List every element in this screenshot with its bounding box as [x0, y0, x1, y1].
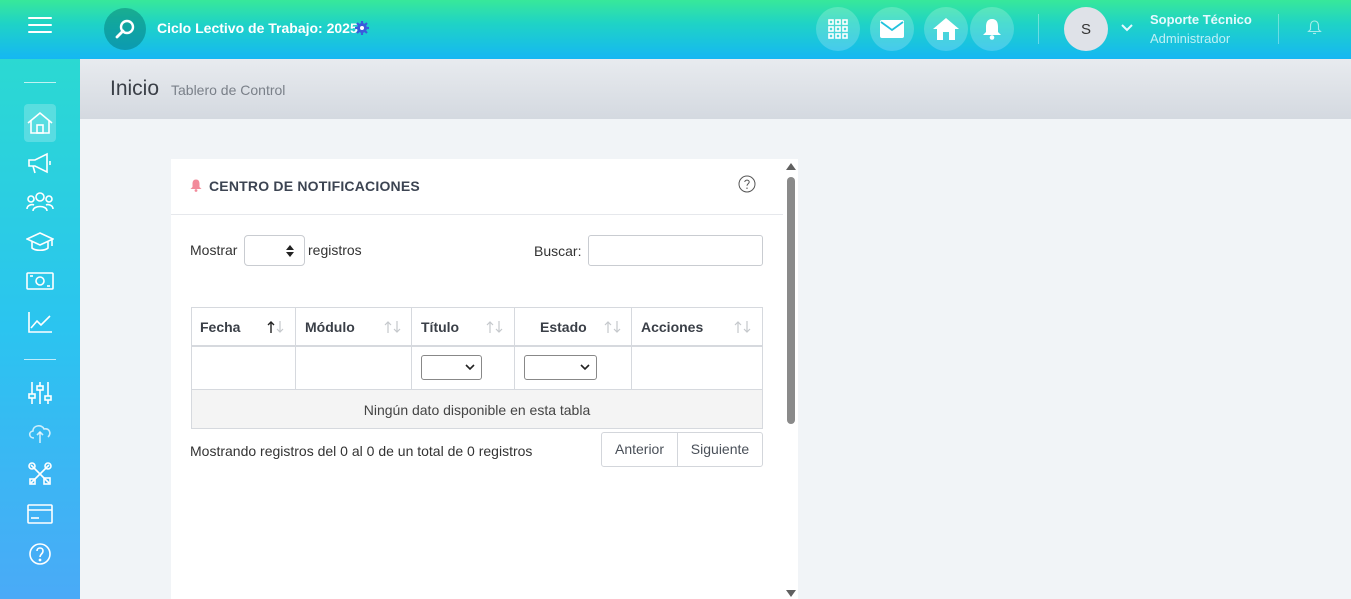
help-circle-icon [29, 543, 51, 565]
filter-cell [632, 347, 762, 389]
estado-filter-select[interactable] [524, 355, 597, 380]
table-info: Mostrando registros del 0 al 0 de un tot… [190, 443, 533, 459]
search-input[interactable] [588, 235, 763, 266]
sidebar-item-users[interactable] [24, 186, 56, 218]
sidebar [0, 59, 80, 599]
sort-icon [604, 321, 621, 333]
cycle-title: Ciclo Lectivo de Trabajo: 2025 [157, 20, 358, 36]
users-icon [26, 192, 54, 212]
table-filter-row [191, 347, 763, 390]
notifications-table: Fecha Módulo Título Estado Acciones Ning… [191, 307, 763, 429]
next-page-button[interactable]: Siguiente [678, 433, 762, 466]
chevron-down-icon[interactable] [1120, 22, 1134, 34]
column-label: Acciones [641, 319, 704, 335]
avatar[interactable]: S [1064, 7, 1108, 51]
scrollbar-thumb[interactable] [787, 177, 795, 424]
bell-icon [983, 19, 1001, 40]
card-header: CENTRO DE NOTIFICACIONES [171, 159, 783, 215]
help-circle-icon[interactable] [738, 175, 756, 193]
user-name[interactable]: Soporte Técnico [1150, 12, 1252, 27]
search-button[interactable] [104, 8, 146, 50]
sort-icon [734, 321, 751, 333]
sidebar-item-reports[interactable] [24, 306, 56, 338]
chart-line-icon [28, 312, 52, 333]
filter-cell [515, 347, 632, 389]
length-label-after: registros [308, 242, 362, 258]
sort-arrows-icon [286, 245, 294, 257]
home-button[interactable] [924, 7, 968, 51]
sidebar-item-finance[interactable] [24, 265, 56, 297]
sidebar-item-home[interactable] [24, 104, 56, 142]
mail-button[interactable] [870, 7, 914, 51]
column-header-estado[interactable]: Estado [515, 308, 632, 346]
apps-button[interactable] [816, 7, 860, 51]
filter-cell [296, 347, 412, 389]
column-header-fecha[interactable]: Fecha [192, 308, 296, 346]
chevron-down-icon [465, 364, 475, 371]
user-role: Administrador [1150, 31, 1231, 46]
menu-toggle-icon[interactable] [28, 17, 52, 35]
search-label: Buscar: [534, 243, 582, 259]
page-subtitle: Tablero de Control [171, 82, 286, 98]
scroll-down-arrow[interactable] [786, 590, 796, 597]
column-label: Módulo [305, 319, 355, 335]
page-header: Inicio Tablero de Control [80, 59, 1351, 119]
money-icon [26, 272, 54, 290]
home-icon [27, 111, 53, 134]
sort-icon [384, 321, 401, 333]
empty-message: Ningún dato disponible en esta tabla [363, 402, 591, 418]
sidebar-item-academics[interactable] [24, 226, 56, 258]
sidebar-divider [24, 82, 56, 83]
column-header-modulo[interactable]: Módulo [296, 308, 412, 346]
sidebar-item-settings[interactable] [24, 377, 56, 409]
gear-icon[interactable] [354, 20, 370, 36]
previous-page-button[interactable]: Anterior [602, 433, 678, 466]
sidebar-item-tools[interactable] [24, 458, 56, 490]
bell-icon [190, 179, 202, 192]
sidebar-item-announcements[interactable] [24, 147, 56, 179]
page-title: Inicio [110, 77, 160, 100]
divider [1038, 14, 1039, 44]
pagination: Anterior Siguiente [601, 432, 763, 467]
sidebar-divider [24, 359, 56, 360]
column-header-titulo[interactable]: Título [412, 308, 515, 346]
graduation-cap-icon [26, 232, 54, 252]
filter-cell [412, 347, 515, 389]
card-title: CENTRO DE NOTIFICACIONES [209, 178, 420, 194]
notifications-card: CENTRO DE NOTIFICACIONES Mostrar registr… [171, 159, 798, 599]
table-header-row: Fecha Módulo Título Estado Acciones [191, 307, 763, 347]
apps-grid-icon [828, 19, 848, 39]
column-label: Estado [540, 319, 587, 335]
column-header-acciones[interactable]: Acciones [632, 308, 762, 346]
notifications-button[interactable] [970, 7, 1014, 51]
mail-icon [880, 20, 904, 38]
filter-cell [192, 347, 296, 389]
sidebar-item-payments[interactable] [24, 498, 56, 530]
page-length-select[interactable] [244, 235, 305, 266]
credit-card-icon [27, 504, 53, 524]
sort-icon [486, 321, 503, 333]
sliders-icon [28, 382, 52, 404]
table-row-empty: Ningún dato disponible en esta tabla [191, 390, 763, 429]
megaphone-icon [28, 152, 51, 174]
search-icon [115, 19, 135, 39]
chevron-down-icon [580, 364, 590, 371]
column-label: Fecha [200, 319, 241, 335]
divider [1278, 14, 1279, 44]
tools-icon [28, 462, 52, 485]
sort-asc-icon [267, 321, 284, 333]
titulo-filter-select[interactable] [421, 355, 482, 380]
length-label-before: Mostrar [190, 242, 238, 258]
sidebar-item-help[interactable] [24, 538, 56, 570]
sidebar-item-upload[interactable] [24, 417, 56, 449]
bell-outline-icon[interactable] [1307, 20, 1322, 35]
home-icon [933, 18, 959, 40]
top-bar: Ciclo Lectivo de Trabajo: 2025 S Soporte… [0, 0, 1351, 59]
column-label: Título [421, 319, 460, 335]
cloud-upload-icon [28, 425, 51, 443]
scroll-up-arrow[interactable] [786, 163, 796, 170]
